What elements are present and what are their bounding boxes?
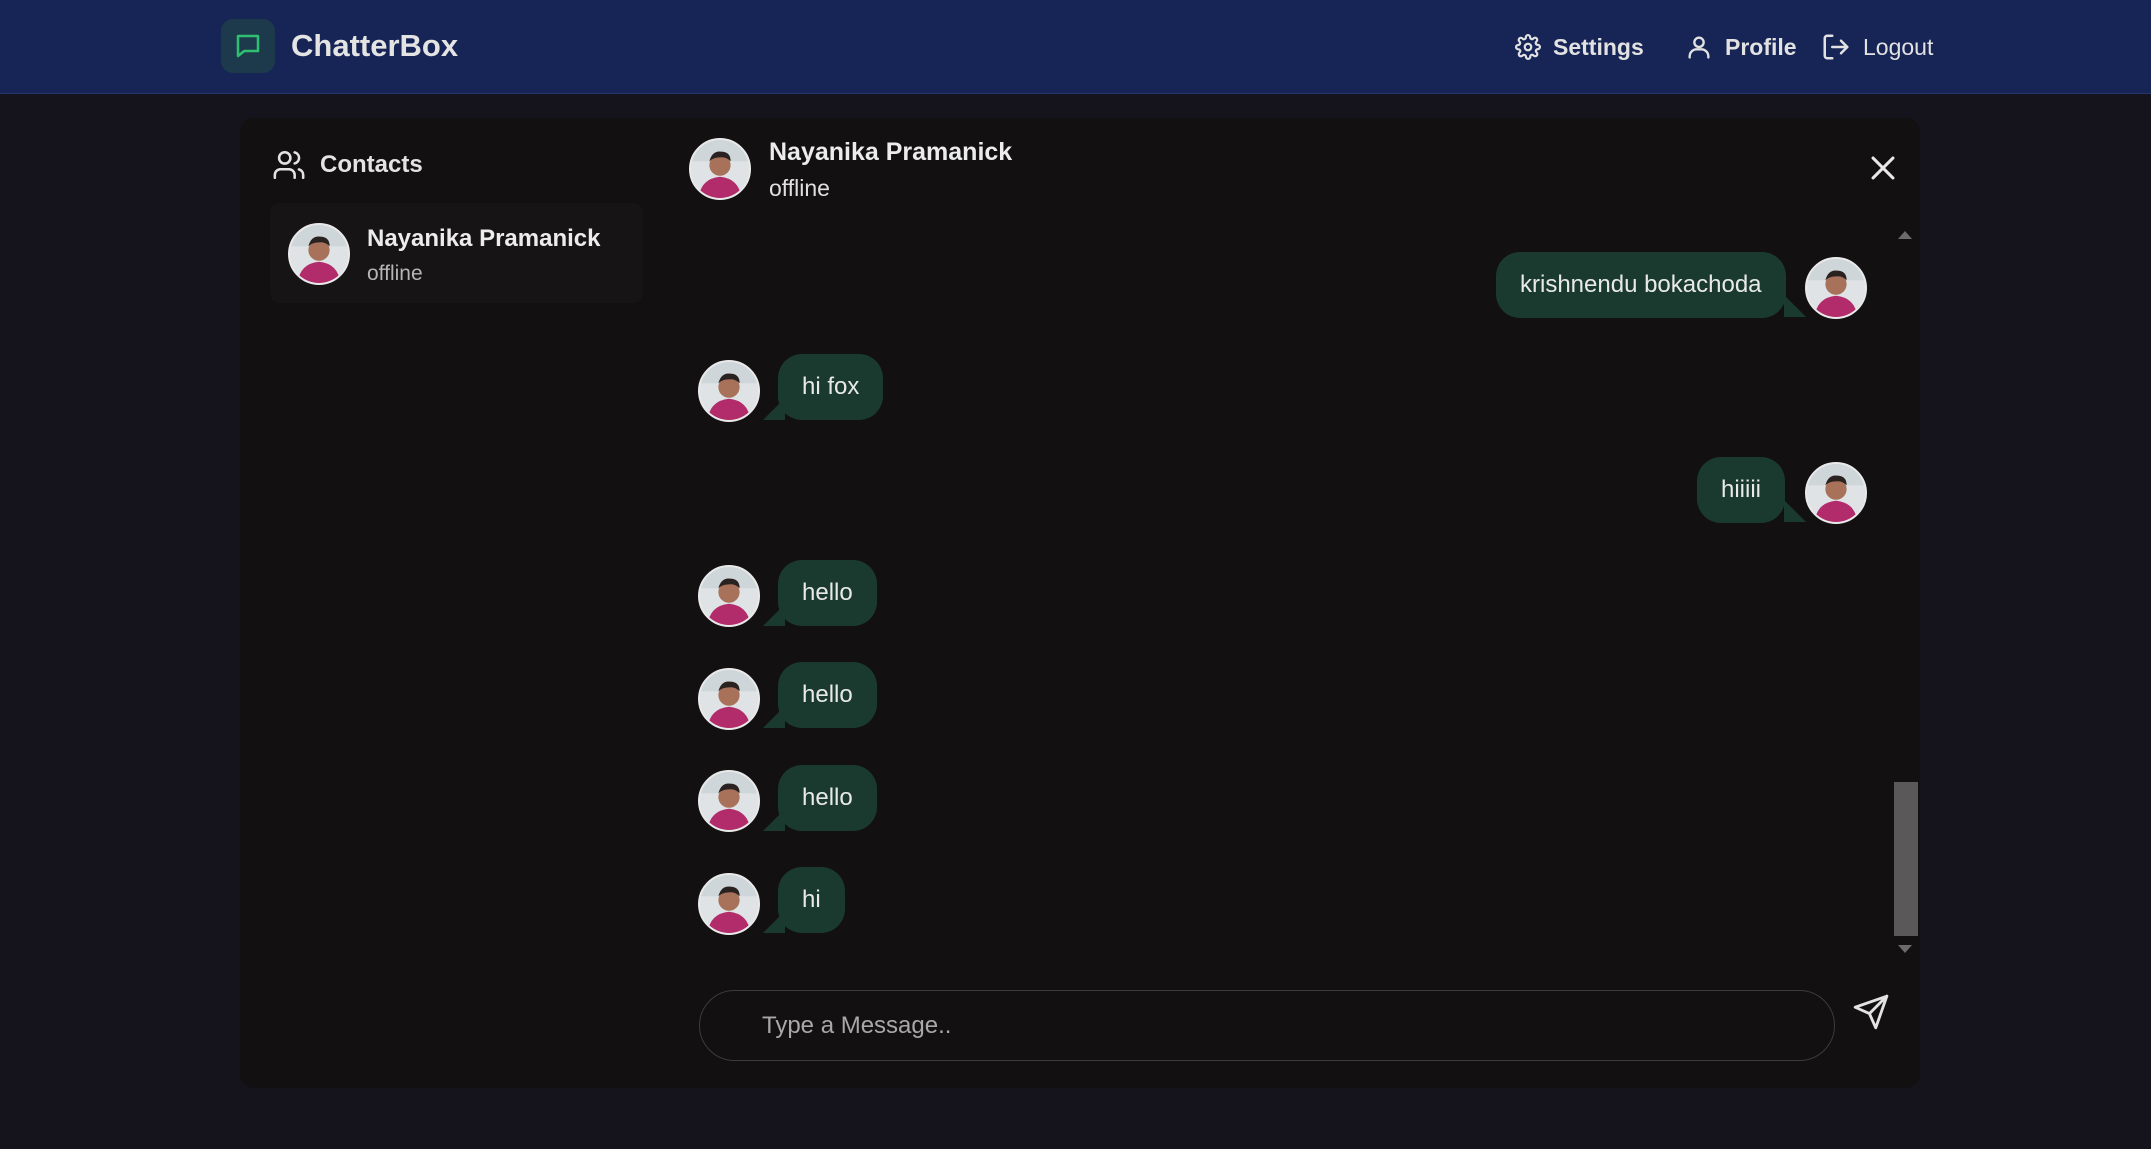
settings-label: Settings bbox=[1553, 33, 1644, 60]
bubble-tail bbox=[1784, 295, 1806, 317]
message-bubble-sent: hiiiii bbox=[1697, 457, 1786, 523]
message-avatar bbox=[698, 360, 760, 422]
contacts-title: Contacts bbox=[320, 151, 423, 178]
contact-avatar bbox=[288, 223, 350, 285]
profile-link[interactable]: Profile bbox=[1685, 27, 1797, 67]
profile-label: Profile bbox=[1725, 33, 1797, 60]
message-bubble-received: hi bbox=[778, 867, 845, 933]
top-navbar: ChatterBox Settings Profile Logout bbox=[0, 0, 2151, 94]
contacts-header: Contacts bbox=[272, 148, 423, 182]
message-bubble-received: hi fox bbox=[778, 354, 884, 420]
message-bubble-received: hello bbox=[778, 662, 877, 728]
users-icon bbox=[273, 150, 305, 180]
brand-name: ChatterBox bbox=[291, 28, 459, 63]
brand[interactable]: ChatterBox bbox=[221, 19, 458, 73]
chat-bubble-icon bbox=[221, 19, 275, 73]
chat-contact-status: offline bbox=[769, 175, 830, 201]
chat-avatar bbox=[689, 138, 751, 200]
scrollbar-thumb[interactable] bbox=[1894, 782, 1918, 936]
message-avatar bbox=[1805, 462, 1867, 524]
logout-link[interactable]: Logout bbox=[1821, 27, 1933, 67]
message-avatar bbox=[698, 668, 760, 730]
user-icon bbox=[1688, 36, 1710, 59]
gear-icon bbox=[1515, 34, 1541, 60]
chat-contact-name: Nayanika Pramanick bbox=[769, 138, 1013, 166]
bubble-tail bbox=[1784, 500, 1806, 522]
scroll-up-arrow[interactable] bbox=[1898, 231, 1912, 239]
message-bubble-received: hello bbox=[778, 765, 877, 831]
logout-label: Logout bbox=[1863, 33, 1934, 60]
send-icon[interactable] bbox=[1852, 993, 1890, 1031]
message-avatar bbox=[698, 565, 760, 627]
message-bubble-received: hello bbox=[778, 560, 877, 626]
message-bubble-sent: krishnendu bokachoda bbox=[1496, 252, 1786, 318]
close-icon[interactable] bbox=[1866, 151, 1900, 185]
message-avatar bbox=[1805, 257, 1867, 319]
contact-status: offline bbox=[367, 262, 423, 285]
message-input[interactable] bbox=[699, 990, 1835, 1061]
message-avatar bbox=[698, 873, 760, 935]
scroll-down-arrow[interactable] bbox=[1898, 945, 1912, 953]
logout-icon bbox=[1823, 34, 1849, 60]
contact-name: Nayanika Pramanick bbox=[367, 225, 601, 252]
message-avatar bbox=[698, 770, 760, 832]
settings-link[interactable]: Settings bbox=[1515, 27, 1644, 67]
